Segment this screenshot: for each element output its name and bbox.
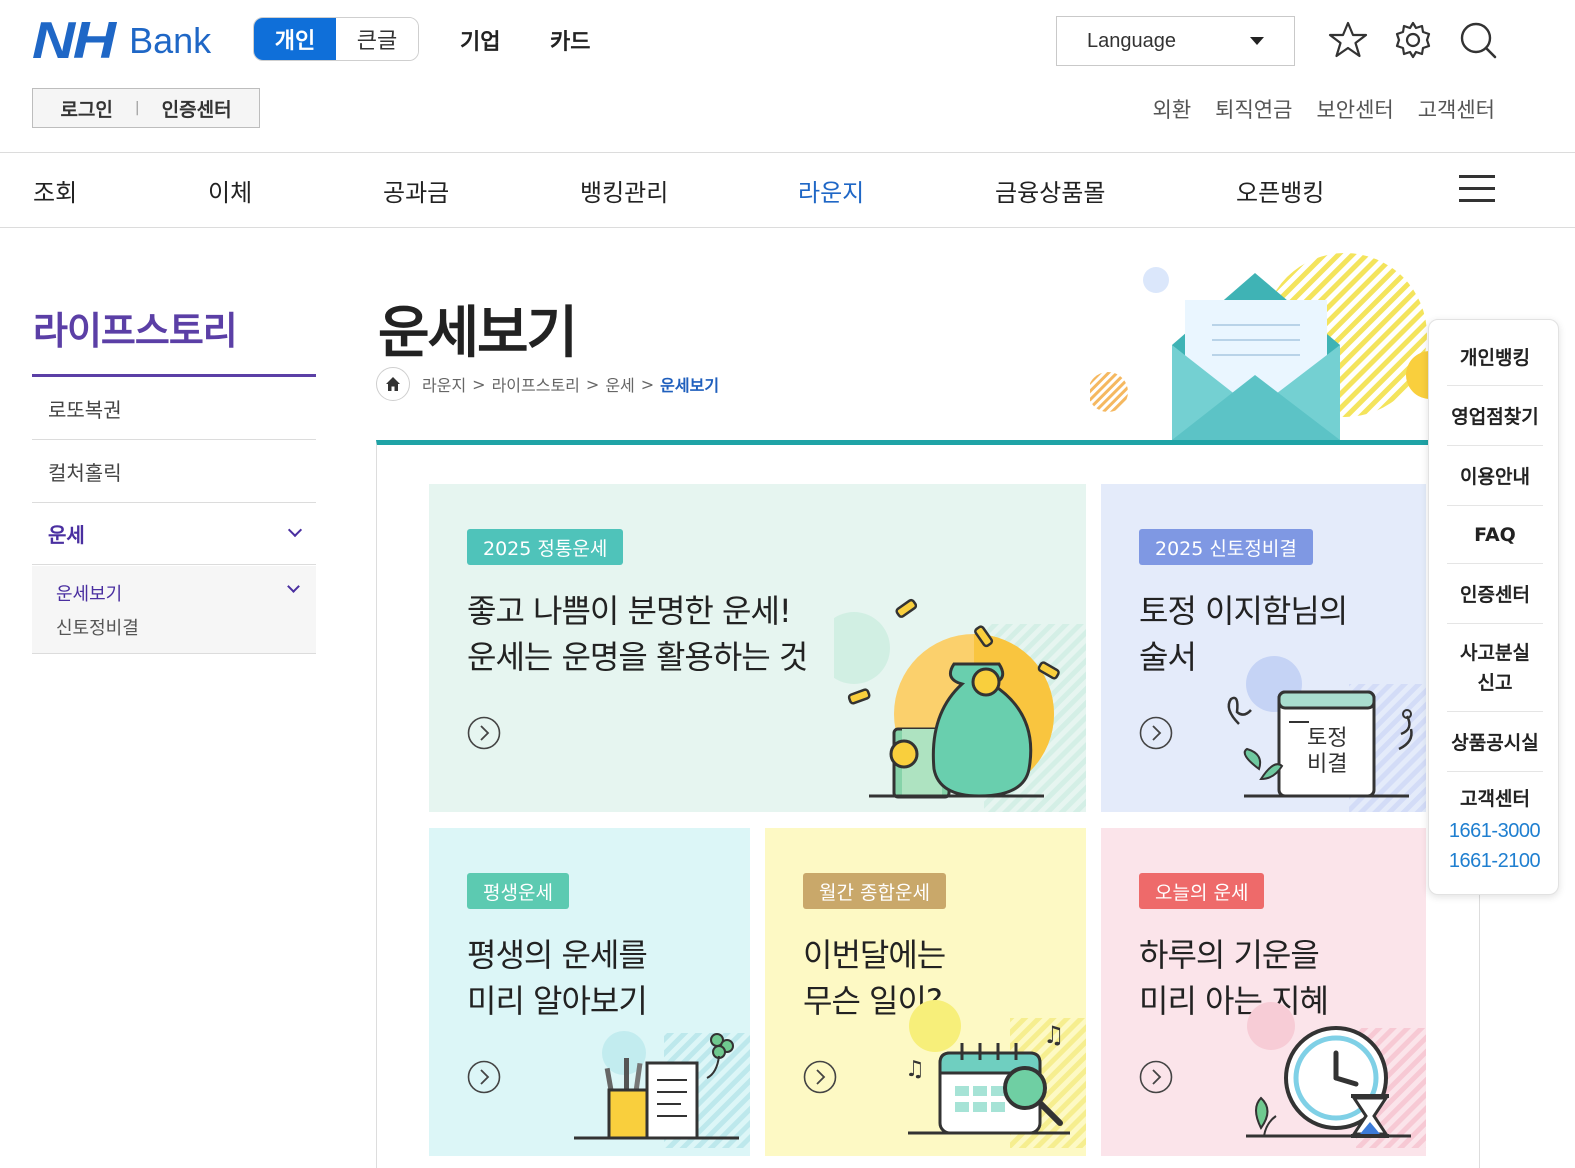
search-icon[interactable] [1458, 20, 1498, 60]
home-icon[interactable] [376, 367, 410, 401]
arrow-circle-right-icon [467, 1060, 501, 1094]
login-box: 로그인 | 인증센터 [32, 88, 260, 128]
breadcrumb-item-current: 운세보기 [660, 376, 720, 395]
cert-center-button[interactable]: 인증센터 [162, 95, 232, 122]
breadcrumb-item-fortune[interactable]: 운세 [605, 372, 634, 396]
quick-phone-1[interactable]: 1661-3000 [1429, 820, 1560, 843]
star-icon[interactable] [1328, 20, 1368, 60]
lnb-submenu: 운세보기 신토정비결 [32, 566, 316, 654]
chevron-down-icon [287, 580, 300, 593]
arrow-circle-right-icon [1139, 1060, 1173, 1094]
gnb-item-product-mall[interactable]: 금융상품몰 [995, 173, 1105, 208]
arrow-circle-right-icon [467, 716, 501, 750]
lnb-item-lotto[interactable]: 로또복권 [32, 378, 316, 440]
lnb-title: 라이프스토리 [33, 309, 238, 353]
pencil-cup-illustration [574, 1031, 750, 1148]
arrow-circle-right-icon [1139, 716, 1173, 750]
tojeong-book-label: 토정 비결 [1307, 726, 1348, 777]
logo-bank-text: Bank [129, 20, 212, 61]
util-link-security-center[interactable]: 보안센터 [1316, 94, 1393, 124]
lnb-item-label: 운세 [48, 523, 85, 547]
personal-mode-button[interactable]: 개인 [254, 18, 336, 60]
breadcrumb-chevron-icon: > [585, 374, 600, 394]
card-text: 평생의 운세를 미리 알아보기 [467, 936, 648, 1020]
menu-hamburger-icon[interactable] [1459, 175, 1495, 205]
business-link[interactable]: 기업 [460, 24, 500, 56]
lnb-item-culture[interactable]: 컬처홀릭 [32, 441, 316, 503]
gnb-item-utility-bill[interactable]: 공과금 [383, 173, 449, 208]
clock-hourglass-illustration [1246, 1002, 1426, 1148]
gnb-item-banking-manage[interactable]: 뱅킹관리 [580, 173, 668, 208]
lnb-divider [32, 374, 316, 377]
card-tag: 2025 신토정비결 [1139, 529, 1313, 565]
language-select[interactable]: Language [1056, 16, 1295, 66]
fortune-card-traditional[interactable]: 2025 정통운세 좋고 나쁨이 분명한 운세! 운세는 운명을 활용하는 것 [429, 484, 1086, 812]
quick-item-guide[interactable]: 이용안내 [1447, 446, 1543, 506]
gnb-item-open-banking[interactable]: 오픈뱅킹 [1236, 173, 1324, 208]
fortune-card-today[interactable]: 오늘의 운세 하루의 기운을 미리 아는 지혜 [1101, 828, 1426, 1156]
fortune-card-tojeong[interactable]: 2025 신토정비결 토정 이지함님의 술서 토정 비결 [1101, 484, 1426, 812]
fortune-card-lifetime[interactable]: 평생운세 평생의 운세를 미리 알아보기 [429, 828, 750, 1156]
svg-text:♫: ♫ [905, 1057, 925, 1082]
quick-item-loss-report[interactable]: 사고분실 신고 [1447, 624, 1543, 712]
money-bag-illustration [834, 598, 1086, 812]
language-label: Language [1087, 29, 1176, 52]
util-link-customer-center[interactable]: 고객센터 [1418, 94, 1495, 124]
logo-nh-text: NH [32, 12, 116, 70]
quick-menu: 개인뱅킹 영업점찾기 이용안내 FAQ 인증센터 사고분실 신고 상품공시실 고… [1428, 319, 1559, 895]
page-title: 운세보기 [378, 301, 578, 366]
gear-icon[interactable] [1393, 20, 1433, 60]
card-tag: 평생운세 [467, 873, 569, 909]
envelope-illustration [1090, 253, 1430, 440]
util-link-forex[interactable]: 외환 [1153, 94, 1192, 124]
breadcrumb-item-lounge[interactable]: 라운지 [422, 372, 466, 396]
login-button[interactable]: 로그인 [60, 95, 112, 122]
calendar-magnifier-illustration: ♫ ♫ [905, 1000, 1086, 1148]
lnb-item-fortune[interactable]: 운세 [32, 503, 316, 565]
gnb-item-transfer[interactable]: 이체 [208, 173, 252, 208]
global-nav: 조회 이체 공과금 뱅킹관리 라운지 금융상품몰 오픈뱅킹 [0, 152, 1575, 228]
quick-item-cert-center[interactable]: 인증센터 [1447, 564, 1543, 624]
fortune-card-monthly[interactable]: 월간 종합운세 이번달에는 무슨 일이? ♫ ♫ [765, 828, 1086, 1156]
card-link[interactable]: 카드 [550, 24, 590, 56]
quick-item-faq[interactable]: FAQ [1447, 506, 1543, 564]
lnb-item-label: 로또복권 [48, 398, 122, 422]
mode-toggle: 개인 큰글 [253, 17, 419, 61]
lnb-sub-item-fortune-view[interactable]: 운세보기 [56, 580, 122, 606]
login-separator: | [134, 100, 140, 116]
quick-item-customer-center: 고객센터 [1460, 787, 1530, 810]
caret-down-icon [1250, 37, 1264, 45]
card-tag: 오늘의 운세 [1139, 873, 1265, 909]
breadcrumb-item-lifestory[interactable]: 라이프스토리 [492, 372, 580, 396]
arrow-circle-right-icon [803, 1060, 837, 1094]
chevron-down-icon [287, 522, 303, 538]
quick-item-branch-finder[interactable]: 영업점찾기 [1447, 386, 1543, 446]
utility-links: 외환 퇴직연금 보안센터 고객센터 [1153, 94, 1495, 124]
quick-item-product-disclosure[interactable]: 상품공시실 [1447, 712, 1543, 772]
util-link-pension[interactable]: 퇴직연금 [1215, 94, 1292, 124]
quick-phone-2[interactable]: 1661-2100 [1429, 850, 1560, 873]
breadcrumb: 라운지 > 라이프스토리 > 운세 > 운세보기 [376, 367, 719, 401]
svg-text:♫: ♫ [1043, 1021, 1065, 1049]
card-tag: 2025 정통운세 [467, 529, 624, 565]
quick-item-personal-banking[interactable]: 개인뱅킹 [1447, 328, 1543, 386]
large-text-mode-button[interactable]: 큰글 [336, 18, 418, 60]
lnb-sub-item-tojeong[interactable]: 신토정비결 [56, 614, 139, 640]
nh-bank-logo[interactable]: NH Bank [32, 12, 212, 70]
gnb-item-lounge[interactable]: 라운지 [798, 173, 864, 208]
lnb-item-label: 컬처홀릭 [48, 461, 122, 485]
breadcrumb-chevron-icon: > [472, 374, 486, 394]
gnb-item-inquiry[interactable]: 조회 [33, 173, 77, 208]
card-text: 좋고 나쁨이 분명한 운세! 운세는 운명을 활용하는 것 [467, 592, 808, 676]
breadcrumb-chevron-icon: > [640, 374, 655, 394]
card-tag: 월간 종합운세 [803, 873, 946, 909]
